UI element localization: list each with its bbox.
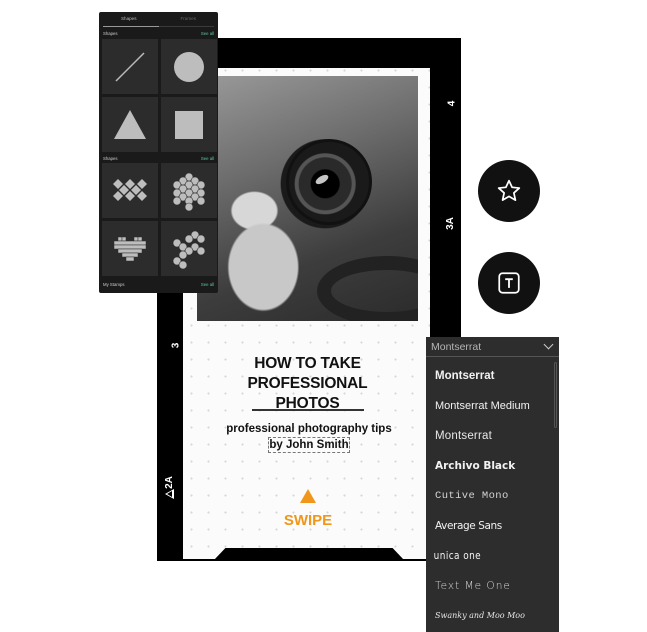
diamond-pattern-item[interactable] <box>102 163 158 218</box>
star-icon <box>497 179 521 201</box>
camera-strap <box>317 256 418 321</box>
byline-text-box[interactable]: by John Smith <box>268 437 350 453</box>
story-title-line: HOW TO TAKE <box>254 355 361 372</box>
swipe-up-arrow-icon <box>300 489 316 503</box>
hexagon-scatter-icon <box>172 230 206 269</box>
see-all-link[interactable]: See all <box>201 31 214 36</box>
triangle-shape-item[interactable] <box>102 97 158 152</box>
favorite-button[interactable] <box>478 160 540 222</box>
story-subtitle[interactable]: professional photography tips <box>220 423 398 435</box>
diamond-pattern-icon <box>113 178 147 201</box>
story-title-line: PROFESSIONAL <box>247 375 368 392</box>
text-box-icon <box>498 272 520 294</box>
hexagon-cluster-icon <box>172 172 206 211</box>
chevron-down-icon <box>543 339 554 350</box>
hexagon-cluster-item[interactable] <box>161 163 217 218</box>
font-option[interactable]: Cutive Mono <box>426 481 551 511</box>
circle-shape-item[interactable] <box>161 39 217 94</box>
line-icon <box>115 51 145 82</box>
film-top-edge <box>183 58 433 68</box>
font-option[interactable]: Average Sans <box>426 511 551 541</box>
section-title: Shapes <box>103 31 118 36</box>
font-option[interactable]: Text Me One <box>426 571 551 601</box>
font-option[interactable]: Archivo Black <box>426 451 551 481</box>
film-frame-number: 4 <box>446 100 458 107</box>
story-title[interactable]: HOW TO TAKE PROFESSIONAL PHOTOS <box>220 354 395 414</box>
font-option[interactable]: Montserrat <box>426 421 551 451</box>
shapes-panel: Shapes Frames Shapes See all Shapes See … <box>99 12 218 293</box>
film-triangle-marker-icon <box>165 489 174 499</box>
panel-tabs: Shapes Frames <box>99 12 218 26</box>
camera-lens <box>286 139 372 225</box>
film-frame-number: 3A <box>444 217 456 230</box>
patterns-grid <box>102 163 217 276</box>
see-all-link[interactable]: See all <box>201 156 214 161</box>
section-header: Shapes See all <box>103 31 214 36</box>
film-bottom-notch <box>214 548 404 560</box>
font-option[interactable]: unica one <box>426 541 532 571</box>
story-photo[interactable] <box>197 76 418 321</box>
swipe-label[interactable]: SWIPE <box>270 512 346 529</box>
pixel-heart-item[interactable] <box>102 221 158 276</box>
film-frame-number: 3 <box>170 342 182 349</box>
dropdown-scrollbar[interactable] <box>554 362 557 428</box>
font-option[interactable]: Swanky and Moo Moo <box>426 601 551 631</box>
section-header: My Stamps See all <box>103 282 214 287</box>
square-icon <box>175 110 203 139</box>
title-underline <box>252 409 364 411</box>
active-tab-indicator <box>103 26 159 27</box>
story-title-line: PHOTOS <box>275 395 340 412</box>
hexagon-scatter-item[interactable] <box>161 221 217 276</box>
font-dropdown: Montserrat Montserrat Montserrat Medium … <box>426 337 559 632</box>
tab-shapes[interactable]: Shapes <box>99 12 159 26</box>
triangle-icon <box>114 109 146 139</box>
film-frame-number: 2A <box>163 476 175 489</box>
font-option[interactable]: Montserrat <box>426 361 551 391</box>
selected-font: Montserrat <box>431 340 482 353</box>
tab-frames[interactable]: Frames <box>159 12 219 26</box>
add-text-button[interactable] <box>478 252 540 314</box>
section-header: Shapes See all <box>103 156 214 161</box>
font-option[interactable]: Montserrat Medium <box>426 391 551 421</box>
see-all-link[interactable]: See all <box>201 282 214 287</box>
section-title: My Stamps <box>103 282 125 287</box>
line-shape-item[interactable] <box>102 39 158 94</box>
pixel-heart-icon <box>113 236 147 261</box>
tab-divider <box>159 26 214 27</box>
font-select[interactable]: Montserrat <box>426 337 559 357</box>
circle-icon <box>174 51 204 82</box>
shapes-grid <box>102 39 217 152</box>
square-shape-item[interactable] <box>161 97 217 152</box>
font-options-list: Montserrat Montserrat Medium Montserrat … <box>426 361 551 631</box>
section-title: Shapes <box>103 156 118 161</box>
